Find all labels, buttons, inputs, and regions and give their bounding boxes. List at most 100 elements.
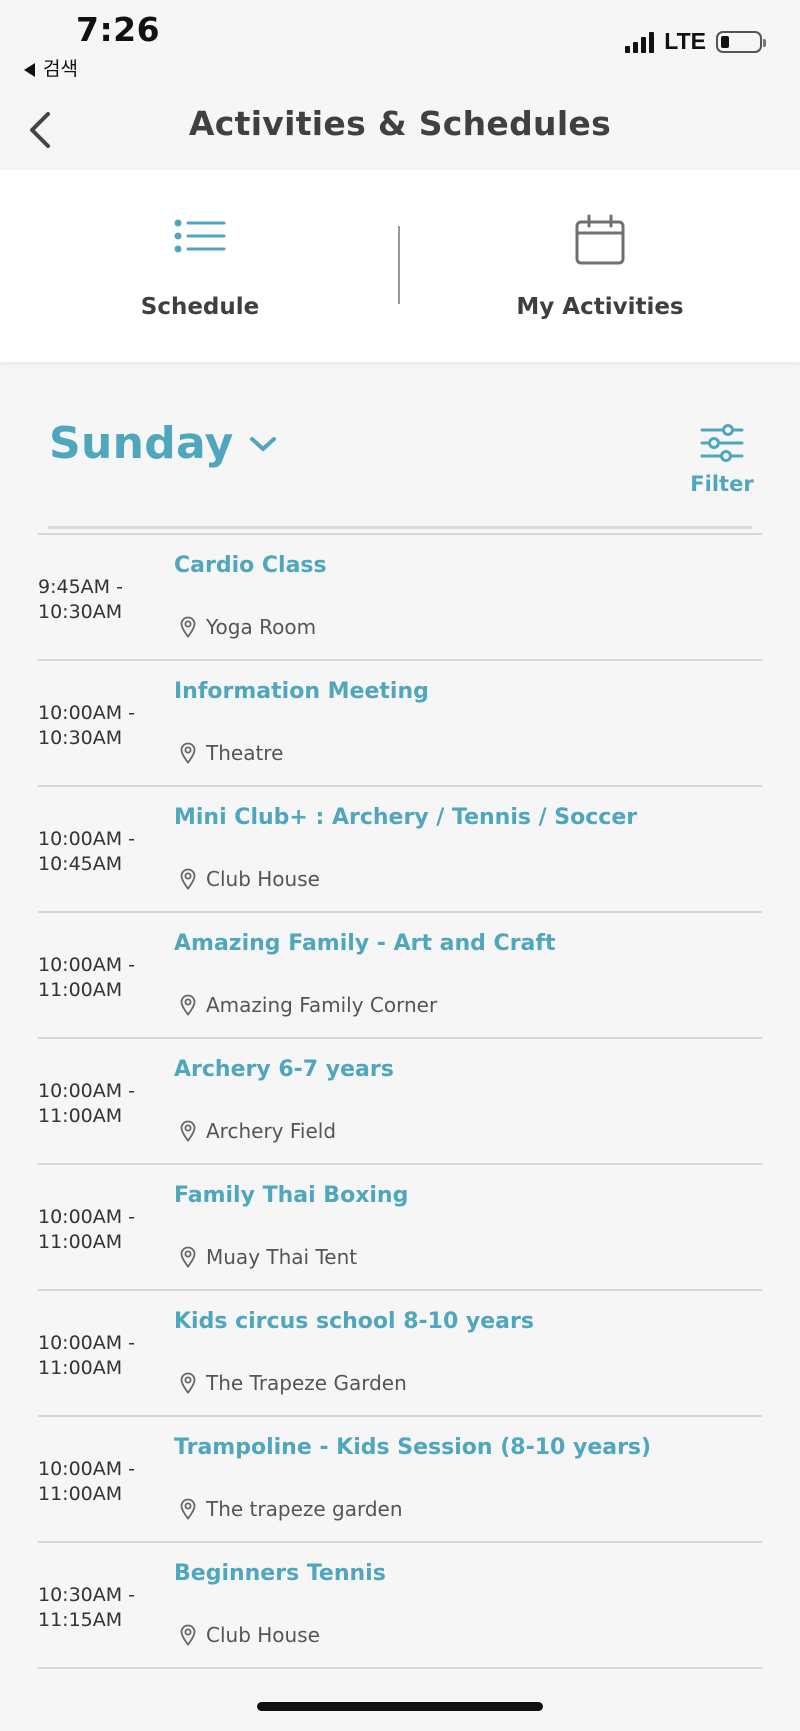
activity-location-label: Archery Field [206,1119,337,1143]
activity-title: Trampoline - Kids Session (8-10 years) [174,1435,652,1460]
activity-location: Archery Field [180,1119,336,1143]
activity-time-end: 11:00AM [38,1357,123,1379]
activity-time-start: 10:00AM - [38,828,136,850]
activity-time: 10:00AM - 11:00AM [38,1205,168,1255]
activity-time-end: 11:00AM [38,1483,123,1505]
activity-time: 10:00AM - 11:00AM [38,953,168,1003]
activity-time-end: 11:00AM [38,1105,123,1127]
schedule-row[interactable]: 10:00AM - 11:00AM Archery 6-7 years Arch… [38,1039,762,1165]
back-to-app-link[interactable]: 검색 [24,54,78,81]
signal-strength-icon [625,31,655,53]
activity-time: 10:00AM - 10:45AM [38,827,168,877]
schedule-row[interactable]: 10:00AM - 10:45AM Mini Club+ : Archery /… [38,787,762,913]
location-pin-icon [180,994,196,1016]
activity-time-end: 10:30AM [38,727,123,749]
location-pin-icon [180,1372,196,1394]
activity-time: 10:00AM - 11:00AM [38,1331,168,1381]
activity-time: 9:45AM - 10:30AM [38,575,168,625]
status-indicators: LTE [625,28,766,55]
activity-time-start: 9:45AM - [38,576,123,598]
activity-time: 10:00AM - 11:00AM [38,1079,168,1129]
activity-time-end: 10:30AM [38,601,123,623]
activity-title: Cardio Class [174,553,327,578]
activity-location: The Trapeze Garden [180,1371,407,1395]
schedule-row[interactable]: 10:00AM - 11:00AM Family Thai Boxing Mua… [38,1165,762,1291]
activity-location-label: Amazing Family Corner [206,993,438,1017]
chevron-down-icon [249,436,276,451]
location-pin-icon [180,1498,196,1520]
day-selector-row: Sunday Filter [0,362,800,529]
activity-location: Yoga Room [180,615,316,639]
home-indicator [257,1702,543,1711]
activity-time-end: 10:45AM [38,853,123,875]
activity-time-start: 10:00AM - [38,702,136,724]
activity-time-start: 10:00AM - [38,1206,136,1228]
activity-time-end: 11:15AM [38,1609,123,1631]
activity-time-start: 10:00AM - [38,1080,136,1102]
schedule-row[interactable]: 10:00AM - 11:00AM Kids circus school 8-1… [38,1291,762,1417]
schedule-row[interactable]: 10:00AM - 11:00AM Trampoline - Kids Sess… [38,1417,762,1543]
activity-location-label: Club House [206,867,320,891]
schedule-row[interactable]: 10:00AM - 11:00AM Amazing Family - Art a… [38,913,762,1039]
activity-location-label: The Trapeze Garden [206,1371,407,1395]
status-time: 7:26 [76,10,161,49]
activity-location-label: The trapeze garden [206,1497,403,1521]
location-pin-icon [180,1246,196,1268]
back-to-app-label: 검색 [43,58,78,80]
tab-bar: Schedule My Activities [0,170,800,362]
filter-label: Filter [690,472,754,496]
nav-header: Activities & Schedules [0,90,800,170]
sliders-icon [700,424,744,462]
activity-time-start: 10:00AM - [38,954,136,976]
activity-title: Family Thai Boxing [174,1183,409,1208]
battery-level [721,35,729,48]
activity-title: Archery 6-7 years [174,1057,394,1082]
activity-location-label: Theatre [206,741,284,765]
activity-title: Kids circus school 8-10 years [174,1309,534,1334]
activity-title: Amazing Family - Art and Craft [174,931,556,956]
schedule-row[interactable]: 10:30AM - 11:15AM Beginners Tennis Club … [38,1543,762,1669]
calendar-icon [575,214,625,265]
location-pin-icon [180,742,196,764]
location-pin-icon [180,616,196,638]
activity-time: 10:00AM - 10:30AM [38,701,168,751]
activity-time-start: 10:00AM - [38,1458,136,1480]
activity-time-start: 10:00AM - [38,1332,136,1354]
schedule-row[interactable]: 9:45AM - 10:30AM Cardio Class Yoga Room [38,535,762,661]
network-type: LTE [664,28,706,54]
schedule-list: 9:45AM - 10:30AM Cardio Class Yoga Room … [38,533,762,1669]
day-underline [48,526,752,529]
filter-button[interactable]: Filter [688,424,756,496]
activity-location: Amazing Family Corner [180,993,437,1017]
tab-my-activities-label: My Activities [516,294,684,320]
activity-location: Theatre [180,741,283,765]
activity-location: Muay Thai Tent [180,1245,357,1269]
location-pin-icon [180,1120,196,1142]
tab-my-activities[interactable]: My Activities [400,170,800,362]
activity-location-label: Yoga Room [206,615,317,639]
activity-location-label: Muay Thai Tent [206,1245,358,1269]
battery-icon [716,30,766,53]
list-icon [174,219,226,253]
selected-day: Sunday [49,418,234,469]
activity-title: Beginners Tennis [174,1561,386,1586]
activity-title: Information Meeting [174,679,429,704]
location-pin-icon [180,1624,196,1646]
activity-location: The trapeze garden [180,1497,403,1521]
activity-time: 10:30AM - 11:15AM [38,1583,168,1633]
activity-location: Club House [180,1623,320,1647]
tab-schedule-label: Schedule [140,294,260,320]
day-dropdown[interactable]: Sunday [49,418,278,469]
activity-time: 10:00AM - 11:00AM [38,1457,168,1507]
activity-location: Club House [180,867,320,891]
tab-schedule[interactable]: Schedule [0,170,400,362]
activity-title: Mini Club+ : Archery / Tennis / Soccer [174,805,638,830]
activity-time-end: 11:00AM [38,979,123,1001]
back-triangle-icon [24,62,35,77]
activity-time-start: 10:30AM - [38,1584,136,1606]
activity-time-end: 11:00AM [38,1231,123,1253]
page-title: Activities & Schedules [188,104,612,143]
schedule-row[interactable]: 10:00AM - 10:30AM Information Meeting Th… [38,661,762,787]
activity-location-label: Club House [206,1623,320,1647]
status-bar: 7:26 검색 LTE [0,0,800,90]
